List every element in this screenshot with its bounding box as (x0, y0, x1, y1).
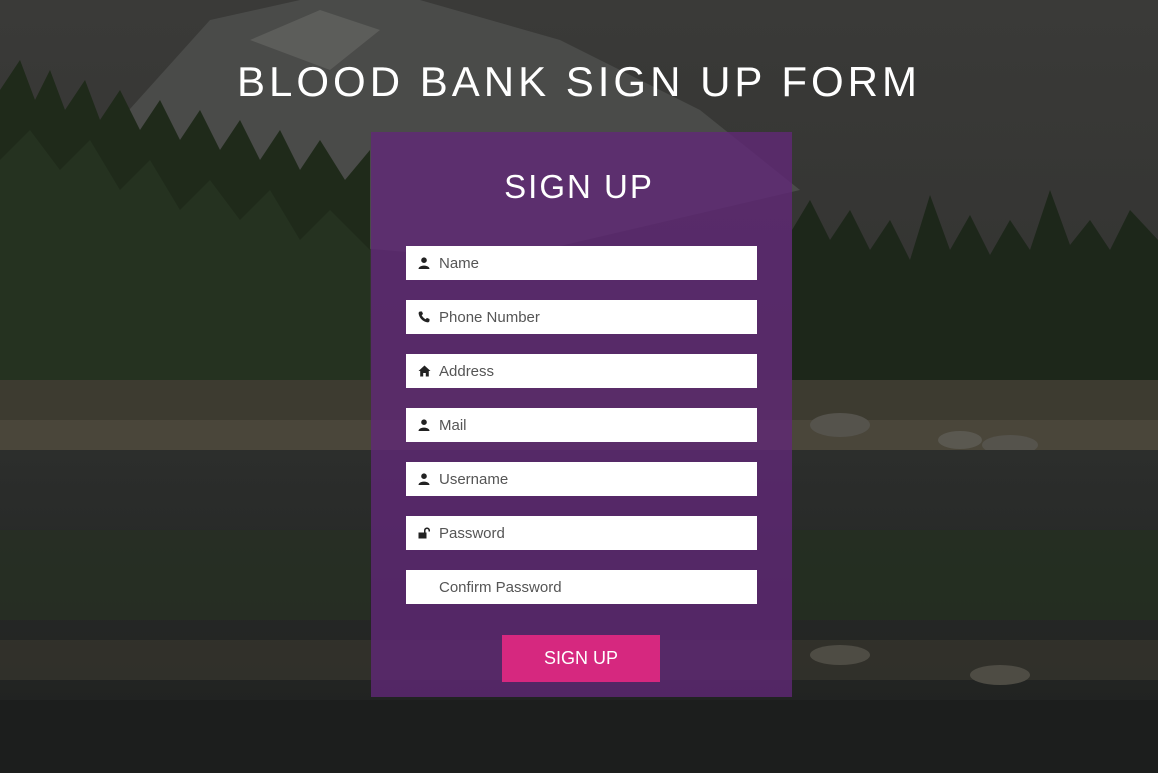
user-icon (417, 256, 431, 270)
home-icon (417, 364, 431, 378)
mail-field[interactable] (406, 408, 757, 442)
signup-page: BLOOD BANK SIGN UP FORM SIGN UP Name Pho… (0, 0, 1158, 773)
user-icon (417, 472, 431, 486)
unlock-icon (417, 526, 431, 540)
signup-button[interactable]: SIGN UP (502, 635, 660, 682)
name-input[interactable] (439, 248, 739, 278)
name-field[interactable] (406, 246, 757, 280)
address-input[interactable] (439, 356, 739, 386)
confirm-password-input[interactable] (439, 572, 739, 602)
form-heading: SIGN UP (504, 168, 654, 205)
confirm-password-field[interactable] (406, 570, 757, 604)
mail-input[interactable] (439, 410, 739, 440)
user-icon (417, 418, 431, 432)
username-field[interactable] (406, 462, 757, 496)
username-input[interactable] (439, 464, 739, 494)
password-field[interactable] (406, 516, 757, 550)
phone-field[interactable] (406, 300, 757, 334)
password-input[interactable] (439, 518, 739, 548)
address-field[interactable] (406, 354, 757, 388)
phone-icon (417, 310, 431, 324)
page-title: BLOOD BANK SIGN UP FORM (237, 58, 921, 105)
confirm-password-icon-placeholder (417, 580, 431, 594)
phone-input[interactable] (439, 302, 739, 332)
